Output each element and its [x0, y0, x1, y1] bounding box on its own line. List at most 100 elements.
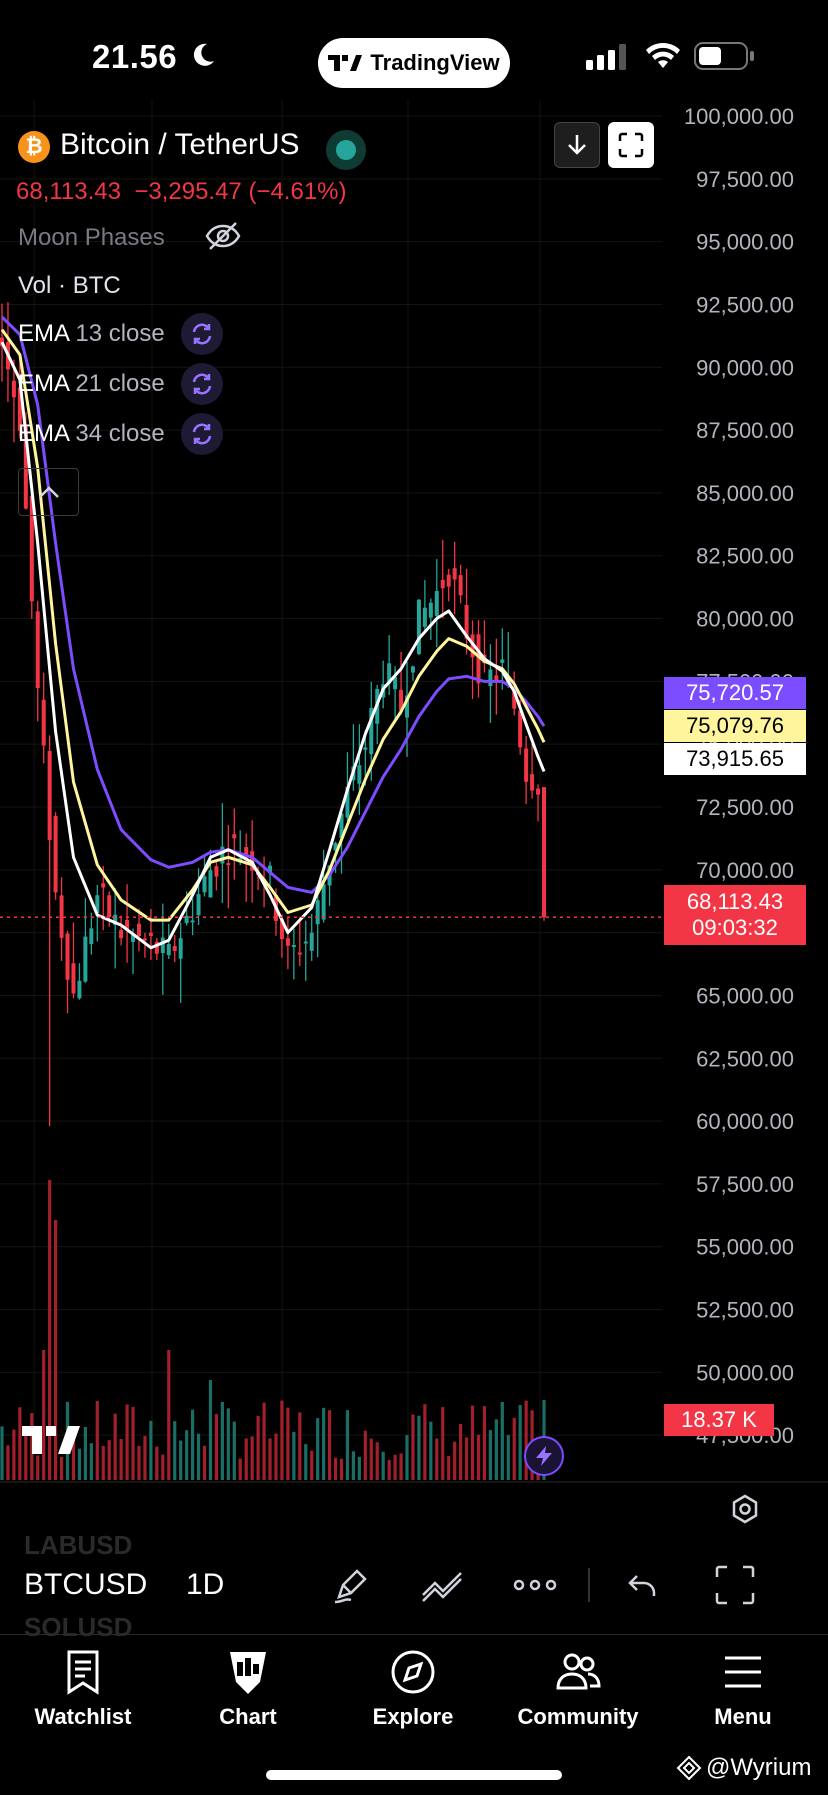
ema-34-legend[interactable]: EMA 34 close	[18, 413, 223, 455]
volume-bar	[375, 1442, 379, 1480]
compass-icon	[391, 1650, 435, 1694]
nav-divider	[0, 1634, 828, 1635]
candle-body-down	[142, 938, 147, 941]
ema-21-params: 21 close	[75, 370, 165, 397]
collapse-legend-button[interactable]	[18, 468, 79, 516]
volume-bar	[268, 1438, 272, 1480]
volume-bar	[101, 1446, 105, 1480]
ema-13-params: 13 close	[75, 320, 165, 347]
y-tick-label: 90,000.00	[696, 355, 794, 380]
y-tick-label: 52,500.00	[696, 1298, 794, 1323]
last-price-value: 68,113.43	[686, 889, 784, 914]
diamond-icon	[676, 1755, 702, 1781]
trend-line-icon	[422, 1572, 462, 1602]
volume-bar	[280, 1400, 284, 1480]
ema-34-name: EMA	[18, 420, 69, 447]
refresh-icon[interactable]	[180, 413, 223, 455]
nav-chart[interactable]: Chart	[178, 1648, 318, 1730]
trend-line-button[interactable]	[420, 1562, 466, 1608]
draw-pen-button[interactable]	[328, 1562, 374, 1608]
candle-body-down	[530, 774, 535, 791]
volume-bar	[435, 1438, 439, 1480]
symbol-selector[interactable]: BTCUSD	[24, 1568, 147, 1602]
ema-13-legend[interactable]: EMA 13 close	[18, 313, 223, 355]
more-tools-button[interactable]	[512, 1562, 558, 1608]
volume-label[interactable]: Vol · BTC	[18, 272, 121, 300]
candle-body-up	[89, 928, 94, 945]
y-tick-label: 82,500.00	[696, 544, 794, 569]
moon-phases-label[interactable]: Moon Phases	[18, 224, 165, 252]
y-tick-label: 57,500.00	[696, 1172, 794, 1197]
volume-bar	[12, 1429, 16, 1480]
volume-bar	[6, 1445, 10, 1480]
volume-bar	[417, 1415, 421, 1480]
y-tick-label: 95,000.00	[696, 230, 794, 255]
lightning-icon[interactable]	[524, 1436, 564, 1476]
volume-bar	[149, 1420, 153, 1480]
nav-community-label: Community	[517, 1704, 639, 1729]
candle-body-up	[500, 659, 505, 663]
volume-bar	[292, 1431, 296, 1480]
candle-body-down	[136, 923, 141, 937]
refresh-icon[interactable]	[180, 313, 223, 355]
candle-body-down	[518, 710, 523, 748]
refresh-icon[interactable]	[180, 363, 223, 405]
candle-body-down	[297, 952, 302, 955]
nav-watchlist[interactable]: Watchlist	[13, 1648, 153, 1730]
y-tick-label: 85,000.00	[696, 481, 794, 506]
volume-bar	[232, 1421, 236, 1480]
y-tick-label: 62,500.00	[696, 1046, 794, 1071]
volume-bar	[83, 1426, 87, 1480]
undo-button[interactable]	[620, 1562, 666, 1608]
volume-bar	[179, 1440, 183, 1480]
fullscreen-button[interactable]	[608, 122, 654, 168]
candle-body-up	[416, 599, 421, 655]
volume-bar	[250, 1436, 254, 1480]
y-tick-label: 97,500.00	[696, 167, 794, 192]
candle-body-down	[536, 788, 541, 795]
nav-chart-label: Chart	[219, 1704, 277, 1729]
y-tick-label: 92,500.00	[696, 292, 794, 317]
nav-community[interactable]: Community	[508, 1648, 648, 1730]
y-tick-label: 60,000.00	[696, 1109, 794, 1134]
moon-icon	[193, 43, 214, 66]
ema-21-legend[interactable]: EMA 21 close	[18, 363, 223, 405]
fit-screen-button[interactable]	[712, 1562, 758, 1608]
candle-body-down	[119, 929, 124, 939]
ema-13-label: EMA 13 close	[18, 320, 165, 348]
volume-bar	[196, 1433, 201, 1480]
chart-icon	[230, 1652, 266, 1694]
candle-body-up	[422, 607, 427, 627]
nav-explore[interactable]: Explore	[343, 1648, 483, 1730]
tradingview-logo-icon	[328, 55, 363, 71]
pair-title[interactable]: Bitcoin / TetherUS	[60, 128, 300, 162]
candle-body-up	[410, 666, 415, 673]
volume-bar	[298, 1412, 302, 1480]
watermark-text: @Wyrium	[706, 1754, 812, 1781]
tradingview-pill[interactable]: TradingView	[318, 38, 510, 88]
candle-body-down	[101, 883, 106, 888]
volume-bar	[363, 1430, 367, 1480]
volume-bar	[42, 1350, 46, 1480]
volume-bar	[89, 1443, 93, 1480]
candle-body-down	[148, 932, 153, 937]
volume-bar	[333, 1457, 338, 1480]
download-button[interactable]	[554, 122, 600, 168]
fit-screen-icon	[715, 1565, 755, 1605]
eye-hidden-icon[interactable]	[204, 220, 242, 252]
volume-bar	[131, 1406, 135, 1480]
ema-34-price-tag: 75,720.57	[664, 677, 806, 709]
interval-selector[interactable]: 1D	[186, 1568, 224, 1602]
nav-menu[interactable]: Menu	[673, 1648, 813, 1730]
volume-bar	[274, 1433, 278, 1480]
volume-bar	[125, 1404, 129, 1480]
status-time: 21.56	[92, 38, 178, 75]
market-status-icon[interactable]	[326, 130, 366, 170]
ema-13-price-tag: 73,915.65	[664, 743, 806, 775]
price-chart[interactable]: 100,000.00 97,500.00 95,000.00 92,500.00 90,…	[0, 100, 828, 1490]
symbol-ghost-above: LABUSD	[24, 1530, 133, 1560]
settings-hexagon-icon[interactable]	[730, 1494, 760, 1524]
candle-body-down	[214, 866, 219, 877]
volume-bar	[59, 1456, 64, 1480]
volume-bar	[381, 1451, 385, 1480]
